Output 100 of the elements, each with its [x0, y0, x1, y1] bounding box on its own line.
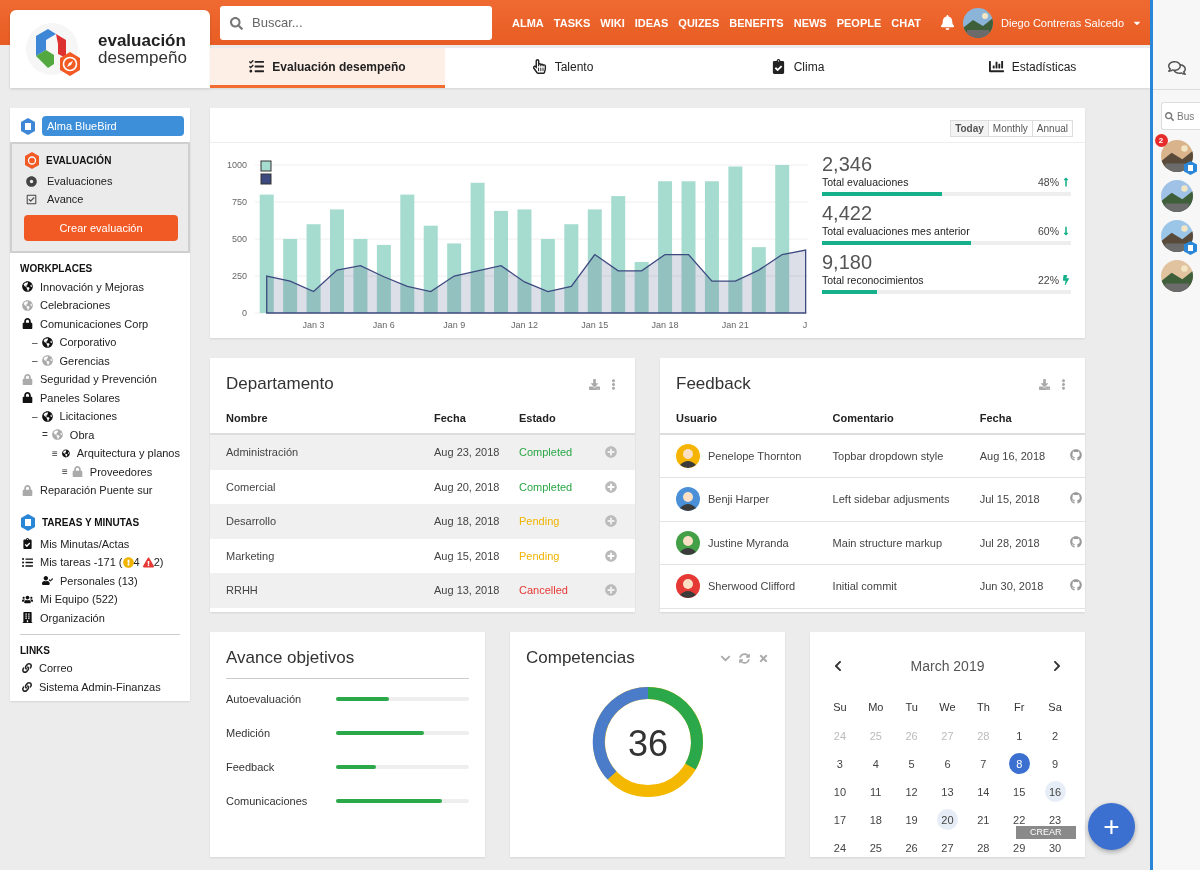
link[interactable]: Sistema Admin-Finanzas [20, 680, 180, 693]
download-icon[interactable] [589, 378, 600, 390]
octocat-icon[interactable] [1069, 535, 1082, 548]
menu-item[interactable]: Evaluaciones [24, 175, 178, 187]
calendar-day[interactable]: 2 [1044, 725, 1066, 746]
task-item[interactable]: Mis tareas -171 ( 4 2) [20, 556, 180, 568]
add-button[interactable]: + [1088, 803, 1135, 850]
workplace-item[interactable]: ≡ Proveedores [20, 465, 180, 478]
tab[interactable]: Talento [445, 48, 680, 88]
search-field[interactable]: Buscar... [220, 5, 492, 40]
link[interactable]: Correo [20, 662, 180, 674]
table-cell: Main structure markup [816, 521, 964, 565]
calendar-day[interactable]: 26 [901, 837, 923, 857]
task-item[interactable]: Personales (13) [20, 574, 180, 587]
avatar-icon [676, 574, 700, 599]
notification-badge: 2 [1154, 134, 1168, 147]
column-header: Usuario [660, 404, 817, 434]
add-icon[interactable] [605, 446, 617, 459]
octocat-icon[interactable] [1069, 449, 1082, 461]
calendar-day[interactable]: 5 [901, 753, 923, 774]
tab[interactable]: Evaluación desempeño [210, 48, 445, 88]
calendar-day[interactable]: 28 [972, 837, 994, 857]
avatar-icon [676, 530, 700, 555]
calendar-day[interactable]: 25 [865, 837, 887, 857]
calendar-day[interactable]: 15 [1008, 781, 1030, 802]
axis-label: Jan 9 [443, 320, 466, 330]
calendar-day[interactable]: 20 [937, 809, 958, 830]
workplace-item[interactable]: Celebraciones [20, 299, 180, 311]
link-icon [22, 681, 32, 692]
calendar-day[interactable]: 21 [972, 809, 994, 830]
workplace-item[interactable]: ≡ Arquitectura y planos [20, 447, 180, 459]
add-icon[interactable] [605, 515, 617, 528]
workplace-item[interactable]: – Corporativo [20, 336, 180, 348]
chat-icon[interactable] [1167, 59, 1186, 77]
previous-button[interactable] [832, 660, 844, 672]
calendar-day[interactable]: 24 [829, 837, 851, 857]
task-item[interactable]: Organización [20, 611, 180, 624]
calendar-day[interactable]: 27 [937, 837, 958, 857]
calendar-day[interactable]: 3 [829, 753, 851, 774]
calendar-day[interactable]: 14 [972, 781, 994, 802]
refresh-icon[interactable] [739, 652, 750, 664]
add-icon[interactable] [605, 480, 617, 493]
search-field[interactable]: Bus [1161, 102, 1200, 130]
objective-label: Medición [226, 727, 272, 739]
calendar-day[interactable]: 4 [865, 753, 887, 774]
column-header: Estado [518, 411, 557, 426]
add-icon[interactable] [605, 549, 617, 562]
checklist-icon [249, 59, 265, 74]
calendar-day[interactable]: 16 [1044, 781, 1066, 802]
octocat-icon[interactable] [1069, 579, 1082, 592]
stat-percent: 22% [1038, 274, 1071, 286]
range-button[interactable]: Annual [1031, 120, 1073, 137]
table-cell-text: Aug 20, 2018 [433, 480, 501, 493]
add-icon[interactable] [605, 584, 617, 597]
section-title: TAREAS Y MINUTAS [42, 517, 140, 528]
axis-label: 1000 [226, 160, 247, 170]
calendar-day[interactable]: 9 [1044, 753, 1066, 774]
calendar-day[interactable]: 30 [1044, 837, 1066, 857]
range-button[interactable]: Monthly [987, 120, 1033, 137]
bar-chart-icon [988, 59, 1004, 74]
table-cell: Left sidebar adjusments [816, 477, 964, 521]
download-icon[interactable] [1039, 378, 1050, 390]
calendar-day[interactable]: 6 [937, 753, 958, 774]
calendar-day[interactable]: 13 [937, 781, 958, 802]
calendar-day[interactable]: 19 [901, 809, 923, 830]
next-button[interactable] [1051, 660, 1063, 672]
calendar-day[interactable]: 29 [1008, 837, 1030, 857]
workplace-item[interactable]: Reparación Puente sur [20, 484, 180, 496]
building-icon [22, 612, 33, 623]
calendar-day[interactable]: 1 [1008, 725, 1030, 746]
status-text: Cancelled [518, 584, 569, 597]
globe-icon [41, 336, 53, 348]
objective-label: Comunicaciones [226, 795, 309, 807]
range-button[interactable]: Today [950, 120, 989, 137]
workplace-item[interactable]: Seguridad y Prevención [20, 373, 180, 385]
calendar-day[interactable]: 8 [1008, 753, 1030, 774]
objective-label: Feedback [226, 761, 276, 773]
bell-icon[interactable] [940, 15, 956, 30]
menu-item[interactable]: Avance [24, 193, 178, 205]
task-item[interactable]: Mi Equipo (522) [20, 593, 180, 605]
workplace-item[interactable]: – Gerencias [20, 354, 180, 367]
task-item[interactable]: Mis Minutas/Actas [20, 537, 180, 550]
octocat-icon[interactable] [1069, 492, 1082, 505]
tab[interactable]: Clima [680, 48, 915, 88]
workplace-item[interactable]: Innovación y Mejoras [20, 280, 180, 293]
calendar-day[interactable]: 17 [829, 809, 851, 830]
calendar-day[interactable]: 12 [901, 781, 923, 802]
table-cell-text: Desarrollo [225, 515, 278, 528]
calendar-day[interactable]: 18 [865, 809, 887, 830]
workplace-item[interactable]: = Obra [20, 428, 180, 441]
tab[interactable]: Estadísticas [915, 48, 1150, 88]
workplace-item[interactable]: Comunicaciones Corp [20, 317, 180, 330]
calendar-day[interactable]: 11 [865, 781, 887, 802]
calendar-day[interactable]: 10 [829, 781, 851, 802]
workplace-item[interactable]: Paneles Solares [20, 391, 180, 404]
column-header: Fecha [433, 411, 467, 426]
close-icon[interactable] [758, 652, 769, 664]
workplace-item[interactable]: – Licitaciones [20, 410, 180, 422]
column-header: Comentario [816, 404, 964, 434]
calendar-day[interactable]: 7 [972, 753, 994, 774]
